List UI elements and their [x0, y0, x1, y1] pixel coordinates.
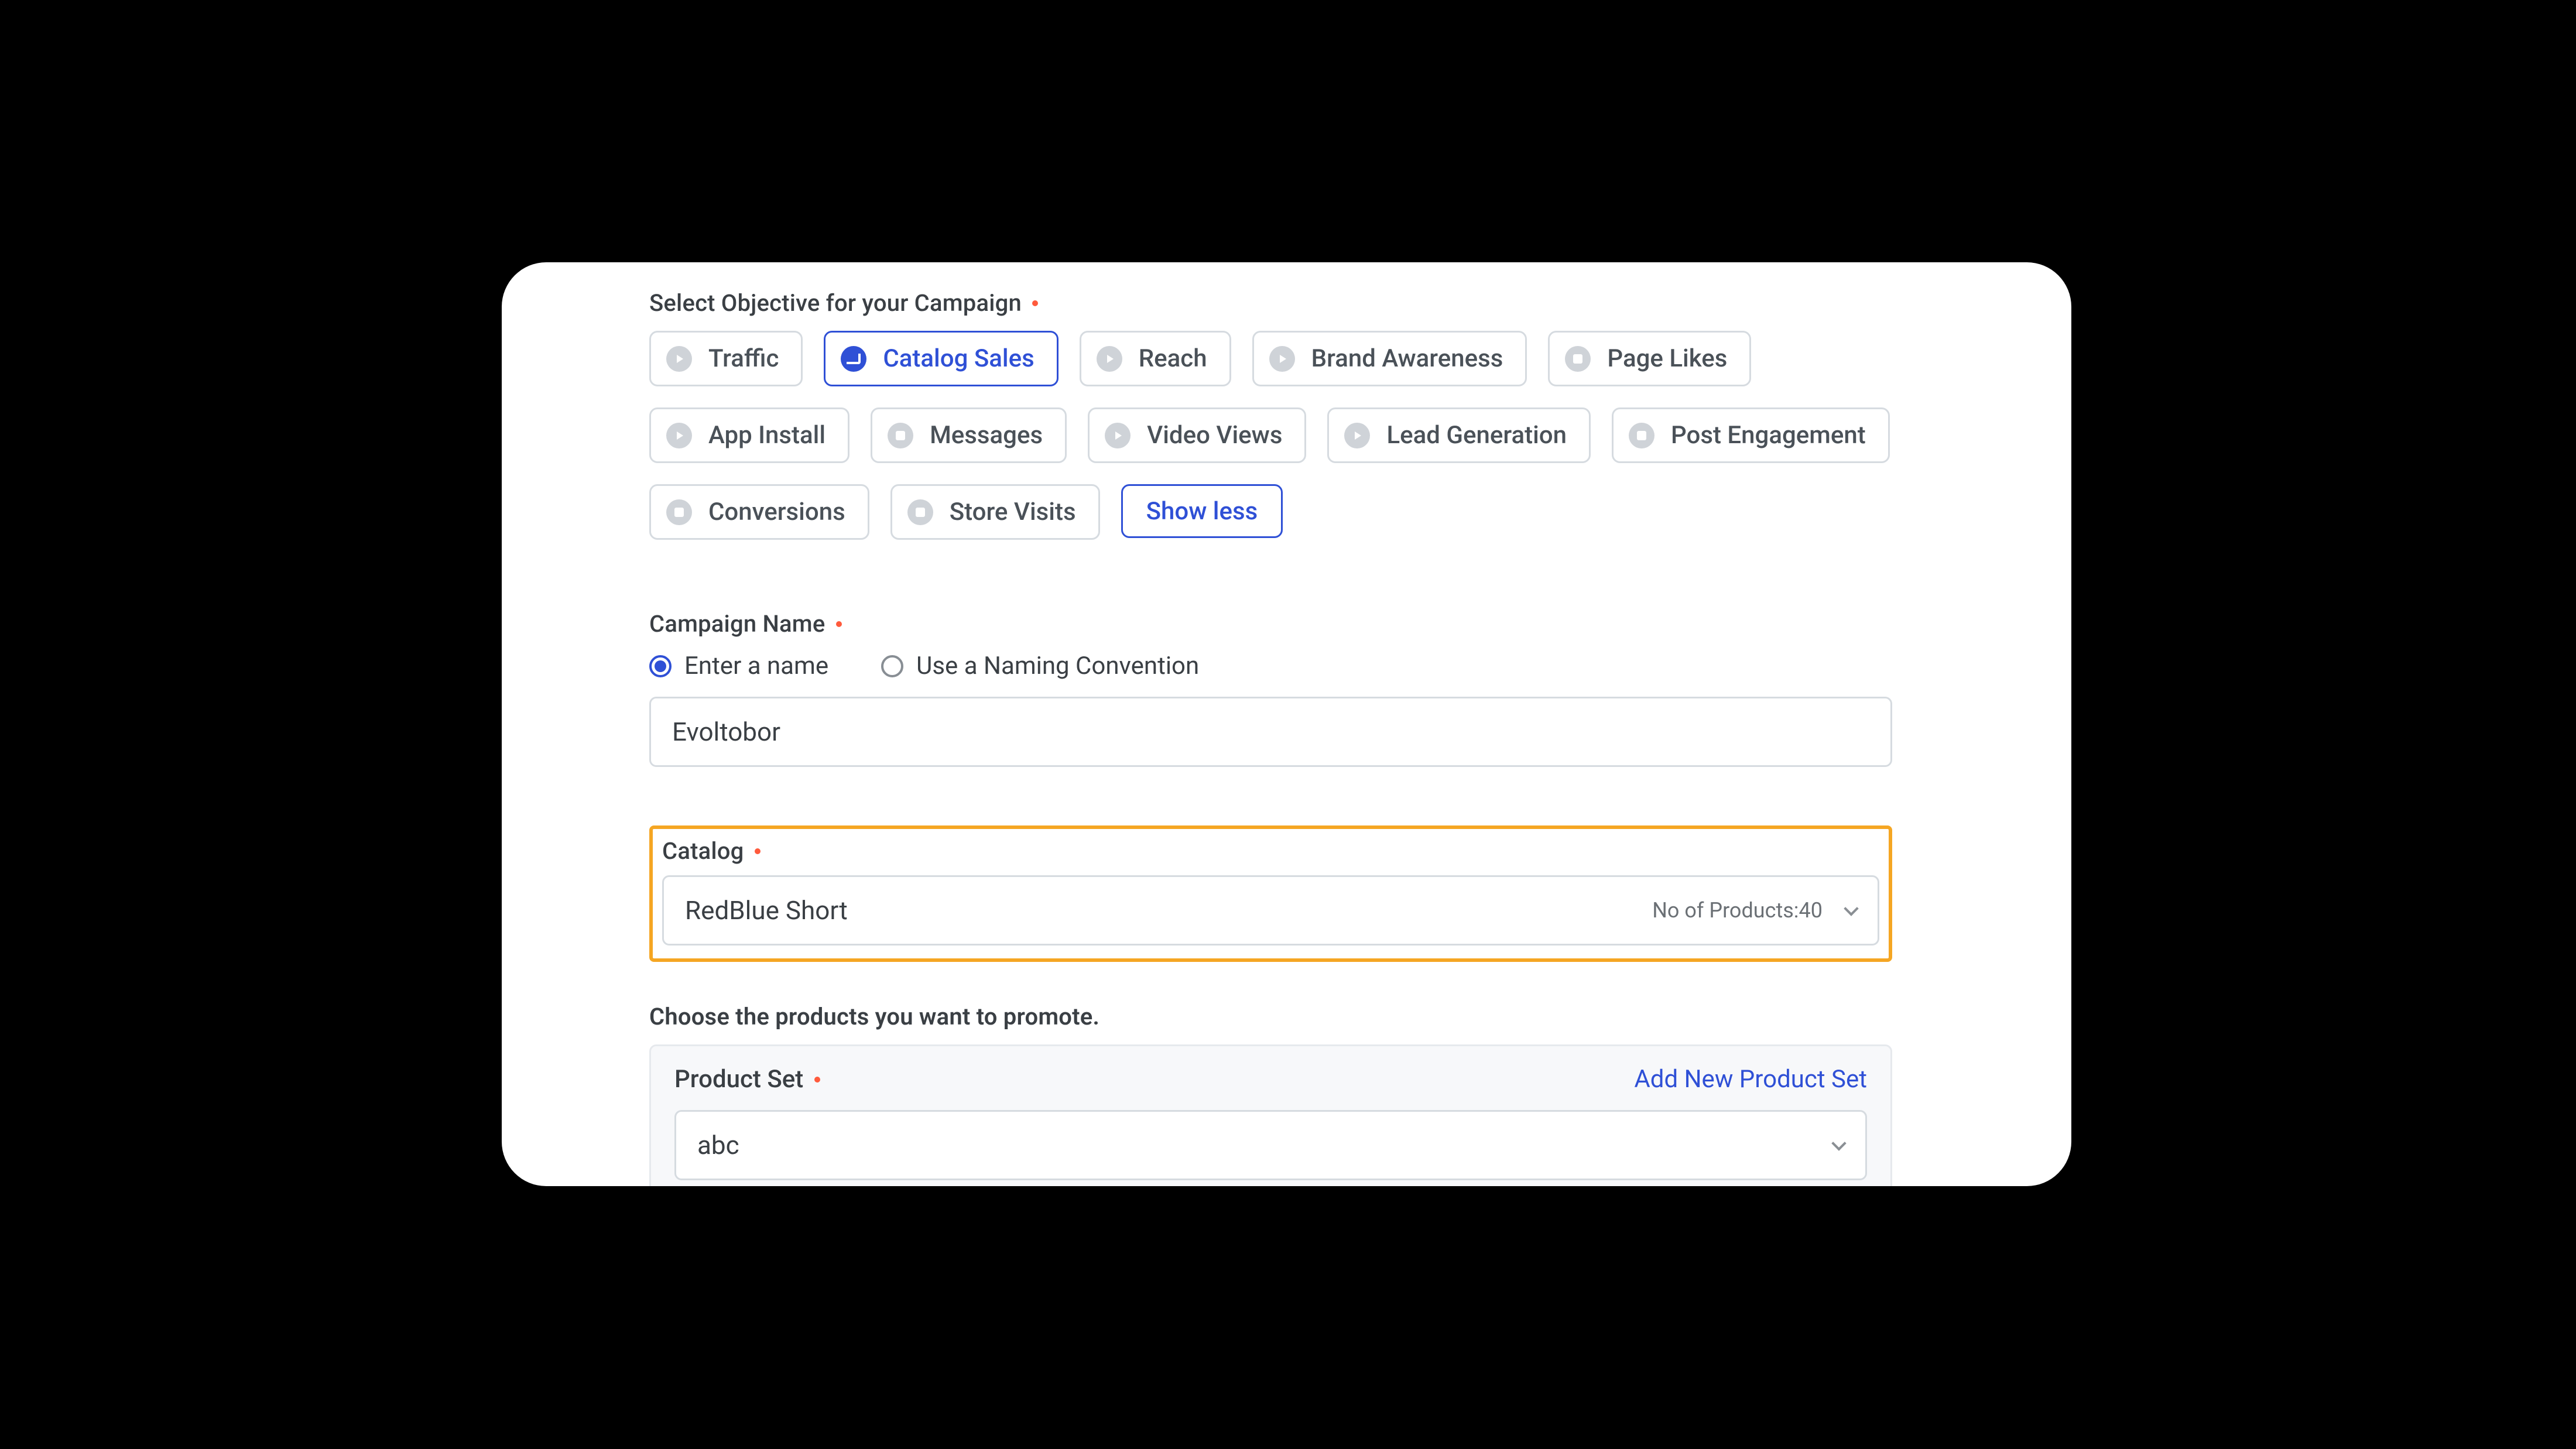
- objective-pill-row: Traffic Catalog Sales Reach Brand Awaren…: [649, 331, 1892, 540]
- play-icon: [1097, 346, 1122, 372]
- chevron-down-icon: [1844, 901, 1858, 916]
- chevron-down-icon: [1831, 1136, 1846, 1150]
- chat-icon: [888, 423, 913, 448]
- objective-label-text: Lead Generation: [1386, 421, 1567, 450]
- objective-label: Select Objective for your Campaign: [649, 289, 1892, 317]
- objective-traffic[interactable]: Traffic: [649, 331, 803, 386]
- objective-messages[interactable]: Messages: [871, 407, 1067, 463]
- radio-label: Enter a name: [684, 652, 828, 680]
- campaign-name-label-text: Campaign Name: [649, 610, 825, 638]
- show-less-button[interactable]: Show less: [1121, 484, 1283, 538]
- radio-label: Use a Naming Convention: [916, 652, 1199, 680]
- catalog-label: Catalog: [662, 837, 1879, 865]
- catalog-select[interactable]: RedBlue Short No of Products:40: [662, 875, 1879, 946]
- objective-video-views[interactable]: Video Views: [1088, 407, 1306, 463]
- show-less-label: Show less: [1146, 497, 1258, 526]
- objective-label-text: Page Likes: [1607, 344, 1727, 373]
- objective-label-text: Video Views: [1147, 421, 1282, 450]
- objective-label-text: App Install: [708, 421, 825, 450]
- objective-catalog-sales[interactable]: Catalog Sales: [824, 331, 1058, 386]
- objective-label-text: Reach: [1139, 344, 1207, 373]
- objective-store-visits[interactable]: Store Visits: [890, 484, 1100, 540]
- product-set-selected-value: abc: [697, 1130, 739, 1160]
- product-set-select[interactable]: abc: [674, 1110, 1867, 1180]
- choose-products-label: Choose the products you want to promote.: [649, 1003, 1892, 1030]
- like-icon: [1629, 423, 1654, 448]
- objective-post-engagement[interactable]: Post Engagement: [1612, 407, 1890, 463]
- radio-icon: [881, 655, 903, 677]
- play-icon: [1105, 423, 1131, 448]
- objective-label-text: Catalog Sales: [883, 344, 1034, 373]
- objective-label-text: Brand Awareness: [1311, 344, 1503, 373]
- catalog-selected-value: RedBlue Short: [685, 895, 848, 926]
- form-content: Select Objective for your Campaign Traff…: [649, 289, 1892, 1186]
- add-new-product-set-text: Add New Product Set: [1634, 1065, 1867, 1094]
- objective-label-text: Post Engagement: [1671, 421, 1866, 450]
- required-dot-icon: [1032, 300, 1038, 306]
- campaign-name-label: Campaign Name: [649, 610, 1892, 638]
- form-card: Select Objective for your Campaign Traff…: [502, 262, 2071, 1186]
- choose-products-text: Choose the products you want to promote.: [649, 1003, 1099, 1030]
- objective-app-install[interactable]: App Install: [649, 407, 849, 463]
- catalog-product-count: No of Products:40: [1652, 898, 1823, 923]
- objective-label-text: Traffic: [708, 344, 779, 373]
- conversions-icon: [666, 499, 692, 525]
- radio-icon: [649, 655, 672, 677]
- radio-naming-convention[interactable]: Use a Naming Convention: [881, 652, 1199, 680]
- required-dot-icon: [755, 848, 761, 854]
- play-icon: [666, 423, 692, 448]
- objective-brand-awareness[interactable]: Brand Awareness: [1252, 331, 1527, 386]
- objective-label-text: Store Visits: [950, 498, 1076, 526]
- play-icon: [1269, 346, 1295, 372]
- catalog-highlight-box: Catalog RedBlue Short No of Products:40: [649, 825, 1892, 962]
- name-mode-radio-group: Enter a name Use a Naming Convention: [649, 652, 1892, 680]
- add-new-product-set-link[interactable]: Add New Product Set: [1634, 1065, 1867, 1094]
- objective-lead-generation[interactable]: Lead Generation: [1327, 407, 1591, 463]
- product-set-panel: Product Set Add New Product Set abc: [649, 1044, 1892, 1186]
- product-set-label: Product Set: [674, 1065, 820, 1094]
- radio-enter-name[interactable]: Enter a name: [649, 652, 828, 680]
- required-dot-icon: [836, 621, 842, 627]
- store-icon: [907, 499, 933, 525]
- objective-conversions[interactable]: Conversions: [649, 484, 869, 540]
- play-icon: [1344, 423, 1370, 448]
- objective-page-likes[interactable]: Page Likes: [1548, 331, 1751, 386]
- required-dot-icon: [814, 1077, 820, 1083]
- play-icon: [666, 346, 692, 372]
- product-set-panel-head: Product Set Add New Product Set: [674, 1065, 1867, 1094]
- catalog-label-text: Catalog: [662, 837, 744, 865]
- catalog-select-right: No of Products:40: [1652, 898, 1856, 923]
- objective-reach[interactable]: Reach: [1080, 331, 1231, 386]
- campaign-name-input[interactable]: Evoltobor: [649, 697, 1892, 767]
- objective-label-text: Conversions: [708, 498, 845, 526]
- cart-icon: [841, 346, 866, 372]
- like-icon: [1565, 346, 1591, 372]
- campaign-name-value: Evoltobor: [672, 717, 780, 747]
- objective-label-text: Messages: [930, 421, 1043, 450]
- product-set-label-text: Product Set: [674, 1065, 803, 1094]
- objective-label-text: Select Objective for your Campaign: [649, 289, 1022, 317]
